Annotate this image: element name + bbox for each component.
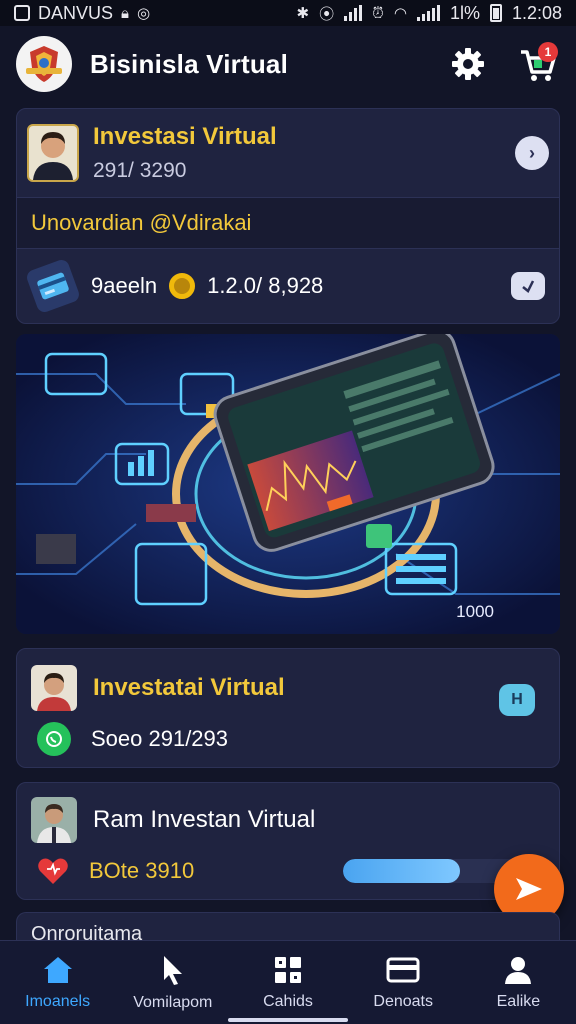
vibrate-icon: ⦿ bbox=[319, 5, 335, 23]
avatar bbox=[27, 124, 79, 182]
investment-subtitle: 291/ 3290 bbox=[93, 159, 187, 182]
nav-label: Ealike bbox=[496, 992, 541, 1010]
app-header: Bisinisla Virtual 1 bbox=[0, 28, 576, 100]
h-button-label: H bbox=[511, 691, 523, 708]
nav-label: Imoanels bbox=[25, 992, 91, 1010]
phone-trading-illustration bbox=[16, 334, 560, 634]
alarm-icon: ⏰︎ bbox=[372, 4, 384, 22]
cart-badge: 1 bbox=[538, 42, 558, 62]
nav-label: Cahids bbox=[263, 992, 313, 1010]
app-logo[interactable] bbox=[16, 36, 72, 92]
progress-fill bbox=[342, 859, 461, 883]
wallet-card-icon bbox=[386, 957, 420, 982]
gear-icon bbox=[452, 48, 484, 80]
clock: 1.2:08 bbox=[511, 2, 562, 23]
signal-icon-2 bbox=[416, 5, 440, 21]
balance-value: 1.2.0/ 8,928 bbox=[207, 273, 324, 298]
second-subtitle: Soeo 291/293 bbox=[91, 726, 229, 751]
home-indicator bbox=[228, 1018, 348, 1022]
balance-label: 9aeeln bbox=[91, 273, 158, 298]
play-icon bbox=[516, 878, 542, 900]
chevron-right-icon: › bbox=[529, 142, 535, 163]
heart-icon bbox=[37, 855, 69, 887]
third-title: Ram Investan Virtual bbox=[93, 806, 316, 833]
third-subtitle: BOte 3910 bbox=[89, 858, 195, 883]
coin-icon bbox=[169, 273, 196, 299]
notification-icon bbox=[14, 5, 30, 21]
nav-item-grid[interactable]: Cahids bbox=[230, 941, 345, 1024]
avatar bbox=[31, 797, 77, 843]
person-portrait-icon bbox=[33, 132, 73, 180]
second-investment-card[interactable]: Investatai Virtual H Soeo 291/293 bbox=[16, 648, 560, 768]
h-button[interactable]: H bbox=[499, 684, 535, 716]
bluetooth-icon: ✱ bbox=[296, 5, 310, 22]
nav-label: Vomilapom bbox=[133, 993, 213, 1011]
nav-item-cursor[interactable]: Vomilapom bbox=[115, 941, 230, 1024]
person-portrait-icon bbox=[37, 804, 71, 843]
hero-number: 1000 bbox=[456, 602, 494, 621]
status-bar: DANVUS 🔒︎ ◎ ✱ ⦿ ⏰︎ ◠ 1l% 1.2:08 bbox=[0, 0, 576, 26]
sync-icon: ◎ bbox=[137, 5, 151, 22]
investment-title: Investasi Virtual bbox=[93, 123, 277, 150]
cart-button[interactable]: 1 bbox=[516, 42, 560, 86]
bottom-nav: Imoanels Vomilapom Cahids Denoats Ealike bbox=[0, 940, 576, 1024]
investment-card[interactable]: Investasi Virtual 291/ 3290 › Unovardian… bbox=[16, 108, 560, 324]
wallet-icon bbox=[24, 257, 82, 315]
home-icon bbox=[43, 956, 72, 983]
third-investment-card[interactable]: Ram Investan Virtual BOte 3910 bbox=[16, 782, 560, 900]
hero-illustration: 1000 bbox=[16, 334, 560, 634]
wifi-icon: ◠ bbox=[393, 5, 407, 22]
app-title: Bisinisla Virtual bbox=[90, 48, 288, 79]
check-down-icon bbox=[522, 280, 535, 293]
settings-button[interactable] bbox=[446, 42, 490, 86]
battery-percent: 1l% bbox=[449, 2, 480, 23]
lock-icon: 🔒︎ bbox=[121, 4, 129, 22]
signal-icon bbox=[344, 5, 363, 21]
cursor-icon bbox=[163, 955, 182, 985]
person-portrait-icon bbox=[37, 673, 71, 711]
nav-label: Denoats bbox=[373, 992, 433, 1010]
expand-button[interactable] bbox=[511, 272, 545, 300]
carrier-label: DANVUS bbox=[38, 2, 114, 23]
avatar bbox=[31, 665, 77, 711]
second-title: Investatai Virtual bbox=[93, 674, 285, 701]
grid-icon bbox=[275, 956, 301, 983]
person-icon bbox=[505, 956, 532, 984]
whatsapp-icon bbox=[37, 722, 71, 756]
investment-banner: Unovardian @Vdirakai bbox=[17, 197, 559, 249]
battery-icon bbox=[489, 4, 502, 22]
chevron-right-button[interactable]: › bbox=[515, 136, 549, 170]
crest-icon bbox=[26, 46, 62, 82]
nav-item-profile[interactable]: Ealike bbox=[461, 941, 576, 1024]
nav-item-home[interactable]: Imoanels bbox=[0, 941, 115, 1024]
nav-item-cards[interactable]: Denoats bbox=[346, 941, 461, 1024]
